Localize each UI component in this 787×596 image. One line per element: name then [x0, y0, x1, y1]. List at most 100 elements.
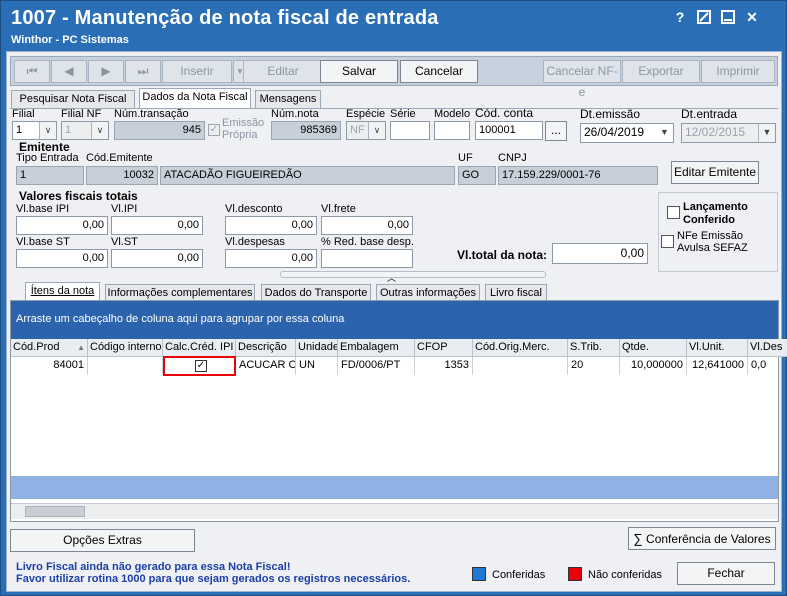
filial-nf-value: 1 [65, 124, 72, 136]
lancamento-conferido-checkbox[interactable] [667, 206, 680, 219]
last-record-button[interactable]: ⏭ [125, 60, 161, 83]
column-header[interactable]: Calc.Créd. IPI [163, 339, 236, 357]
table-cell[interactable] [473, 357, 568, 375]
nfe-avulsa-checkbox[interactable] [661, 235, 674, 248]
tipo-entrada-field[interactable]: 1 [16, 166, 84, 185]
salvar-button[interactable]: Salvar [320, 60, 398, 83]
table-cell[interactable]: 10,000000 [620, 357, 687, 375]
lancamento-conferido-label: Lançamento Conferido [683, 201, 748, 226]
serie-label: Série [390, 108, 416, 120]
cnpj-field[interactable]: 17.159.229/0001-76 [498, 166, 658, 185]
cod-conta-field[interactable]: 100001 [475, 121, 543, 140]
vl-desconto-field[interactable]: 0,00 [225, 216, 317, 235]
dt-emissao-value: 26/04/2019 [584, 125, 645, 139]
table-cell[interactable]: ACUCAR CR [236, 357, 296, 375]
inserir-button[interactable]: Inserir [162, 60, 232, 83]
dt-emissao-field[interactable]: 26/04/2019 ▼ [580, 123, 674, 143]
title-bar: 1007 - Manutenção de nota fiscal de entr… [1, 1, 786, 51]
itens-grid: Arraste um cabeçalho de coluna aqui para… [10, 300, 787, 522]
dt-entrada-value: 12/02/2015 [685, 125, 746, 139]
vl-total-field[interactable]: 0,00 [552, 243, 648, 264]
cancelar-button[interactable]: Cancelar [400, 60, 478, 83]
exportar-button[interactable]: Exportar [622, 60, 700, 83]
vl-base-st-field[interactable]: 0,00 [16, 249, 108, 268]
table-cell[interactable]: 1353 [415, 357, 473, 375]
tab-mensagens[interactable]: Mensagens [255, 90, 321, 108]
vl-st-field[interactable]: 0,00 [111, 249, 203, 268]
imprimir-button[interactable]: Imprimir [701, 60, 775, 83]
conferidas-legend-label: Conferidas [492, 569, 546, 581]
vl-ipi-field[interactable]: 0,00 [111, 216, 203, 235]
column-header[interactable]: Código interno [88, 339, 163, 357]
horizontal-scrollbar[interactable] [11, 503, 778, 519]
dt-entrada-field[interactable]: 12/02/2015 ▼ [681, 123, 776, 143]
scrollbar-thumb[interactable] [25, 506, 85, 517]
tab-dados-nota[interactable]: Dados da Nota Fiscal [139, 88, 251, 108]
help-button[interactable]: ? [669, 7, 691, 27]
column-header[interactable]: Cód.Orig.Merc. [473, 339, 568, 357]
uf-field[interactable]: GO [458, 166, 496, 185]
opcoes-extras-button[interactable]: Opções Extras [10, 529, 195, 552]
first-record-button[interactable]: ⏮ [14, 60, 50, 83]
filial-nf-select[interactable]: 1 ∨ [61, 121, 109, 140]
prev-record-button[interactable]: ◀ [51, 60, 87, 83]
next-record-button[interactable]: ▶ [88, 60, 124, 83]
especie-select[interactable]: NF ∨ [346, 121, 386, 140]
fechar-button[interactable]: Fechar [677, 562, 775, 585]
cod-emitente-field[interactable]: 10032 [86, 166, 158, 185]
vl-despesas-label: Vl.despesas [225, 236, 285, 248]
column-header[interactable]: Qtde. [620, 339, 687, 357]
vl-base-st-label: Vl.base ST [16, 236, 70, 248]
editar-emitente-button[interactable]: Editar Emitente [671, 161, 759, 184]
column-header[interactable]: Vl.Unit. [687, 339, 748, 357]
cancelar-nfe-button[interactable]: Cancelar NF-e [543, 60, 621, 99]
red-base-desp-field[interactable] [321, 249, 413, 268]
num-nota-field[interactable]: 985369 [271, 121, 341, 140]
conferencia-valores-button[interactable]: ∑ Conferência de Valores [628, 527, 776, 550]
column-header[interactable]: S.Trib. [568, 339, 620, 357]
table-cell[interactable] [88, 357, 163, 375]
calc-cred-ipi-checkbox[interactable]: ✓ [195, 360, 207, 372]
splitter-handle[interactable] [280, 271, 546, 278]
column-header[interactable]: Unidade [296, 339, 338, 357]
vl-desconto-label: Vl.desconto [225, 203, 283, 215]
navigation-toolbar: ⏮ ◀ ▶ ⏭ Inserir ▼ Editar Salvar Cancelar… [10, 56, 778, 99]
restore-button[interactable] [693, 7, 715, 27]
table-cell[interactable]: UN [296, 357, 338, 375]
chevron-up-icon[interactable]: ︿ [387, 271, 396, 284]
serie-field[interactable] [390, 121, 430, 140]
table-cell[interactable]: FD/0006/PT [338, 357, 415, 375]
subtab-itens[interactable]: Ítens da nota [25, 282, 100, 302]
close-button[interactable]: ✕ [741, 7, 763, 27]
table-cell[interactable]: 20 [568, 357, 620, 375]
table-cell[interactable]: 0,0 [748, 357, 787, 375]
dt-entrada-label: Dt.entrada [681, 107, 738, 121]
table-row[interactable]: 84001 ✓ ACUCAR CRUNFD/0006/PT1353 2010,0000… [11, 356, 778, 376]
num-transacao-field[interactable]: 945 [114, 121, 205, 140]
chevron-down-icon: ∨ [368, 122, 385, 139]
tab-pesquisar[interactable]: Pesquisar Nota Fiscal [11, 90, 135, 108]
sigma-icon: ∑ [633, 531, 643, 546]
red-base-desp-label: % Red. base desp. [321, 236, 414, 248]
emissao-propria-checkbox[interactable]: ✓ [208, 124, 220, 136]
table-cell[interactable]: 12,641000 [687, 357, 748, 375]
vl-base-ipi-field[interactable]: 0,00 [16, 216, 108, 235]
editar-button[interactable]: Editar [243, 60, 323, 83]
group-by-panel[interactable]: Arraste um cabeçalho de coluna aqui para… [11, 301, 778, 339]
modelo-field[interactable] [434, 121, 470, 140]
column-header[interactable]: Cód.Prod ▲ [11, 339, 88, 357]
tipo-entrada-label: Tipo Entrada [16, 152, 79, 164]
calendar-dropdown-icon: ▼ [656, 124, 673, 142]
table-cell[interactable]: ✓ [163, 356, 236, 376]
filial-select[interactable]: 1 ∨ [12, 121, 57, 140]
vl-despesas-field[interactable]: 0,00 [225, 249, 317, 268]
table-cell[interactable]: 84001 [11, 357, 88, 375]
column-header[interactable]: Embalagem [338, 339, 415, 357]
cod-conta-search-button[interactable]: ... [545, 121, 567, 141]
column-header[interactable]: CFOP [415, 339, 473, 357]
minimize-button[interactable] [717, 7, 739, 27]
vl-frete-field[interactable]: 0,00 [321, 216, 413, 235]
emitente-nome-field[interactable]: ATACADÃO FIGUEIREDÃO [160, 166, 455, 185]
column-header[interactable]: Descrição [236, 339, 296, 357]
column-header[interactable]: Vl.Des [748, 339, 787, 357]
